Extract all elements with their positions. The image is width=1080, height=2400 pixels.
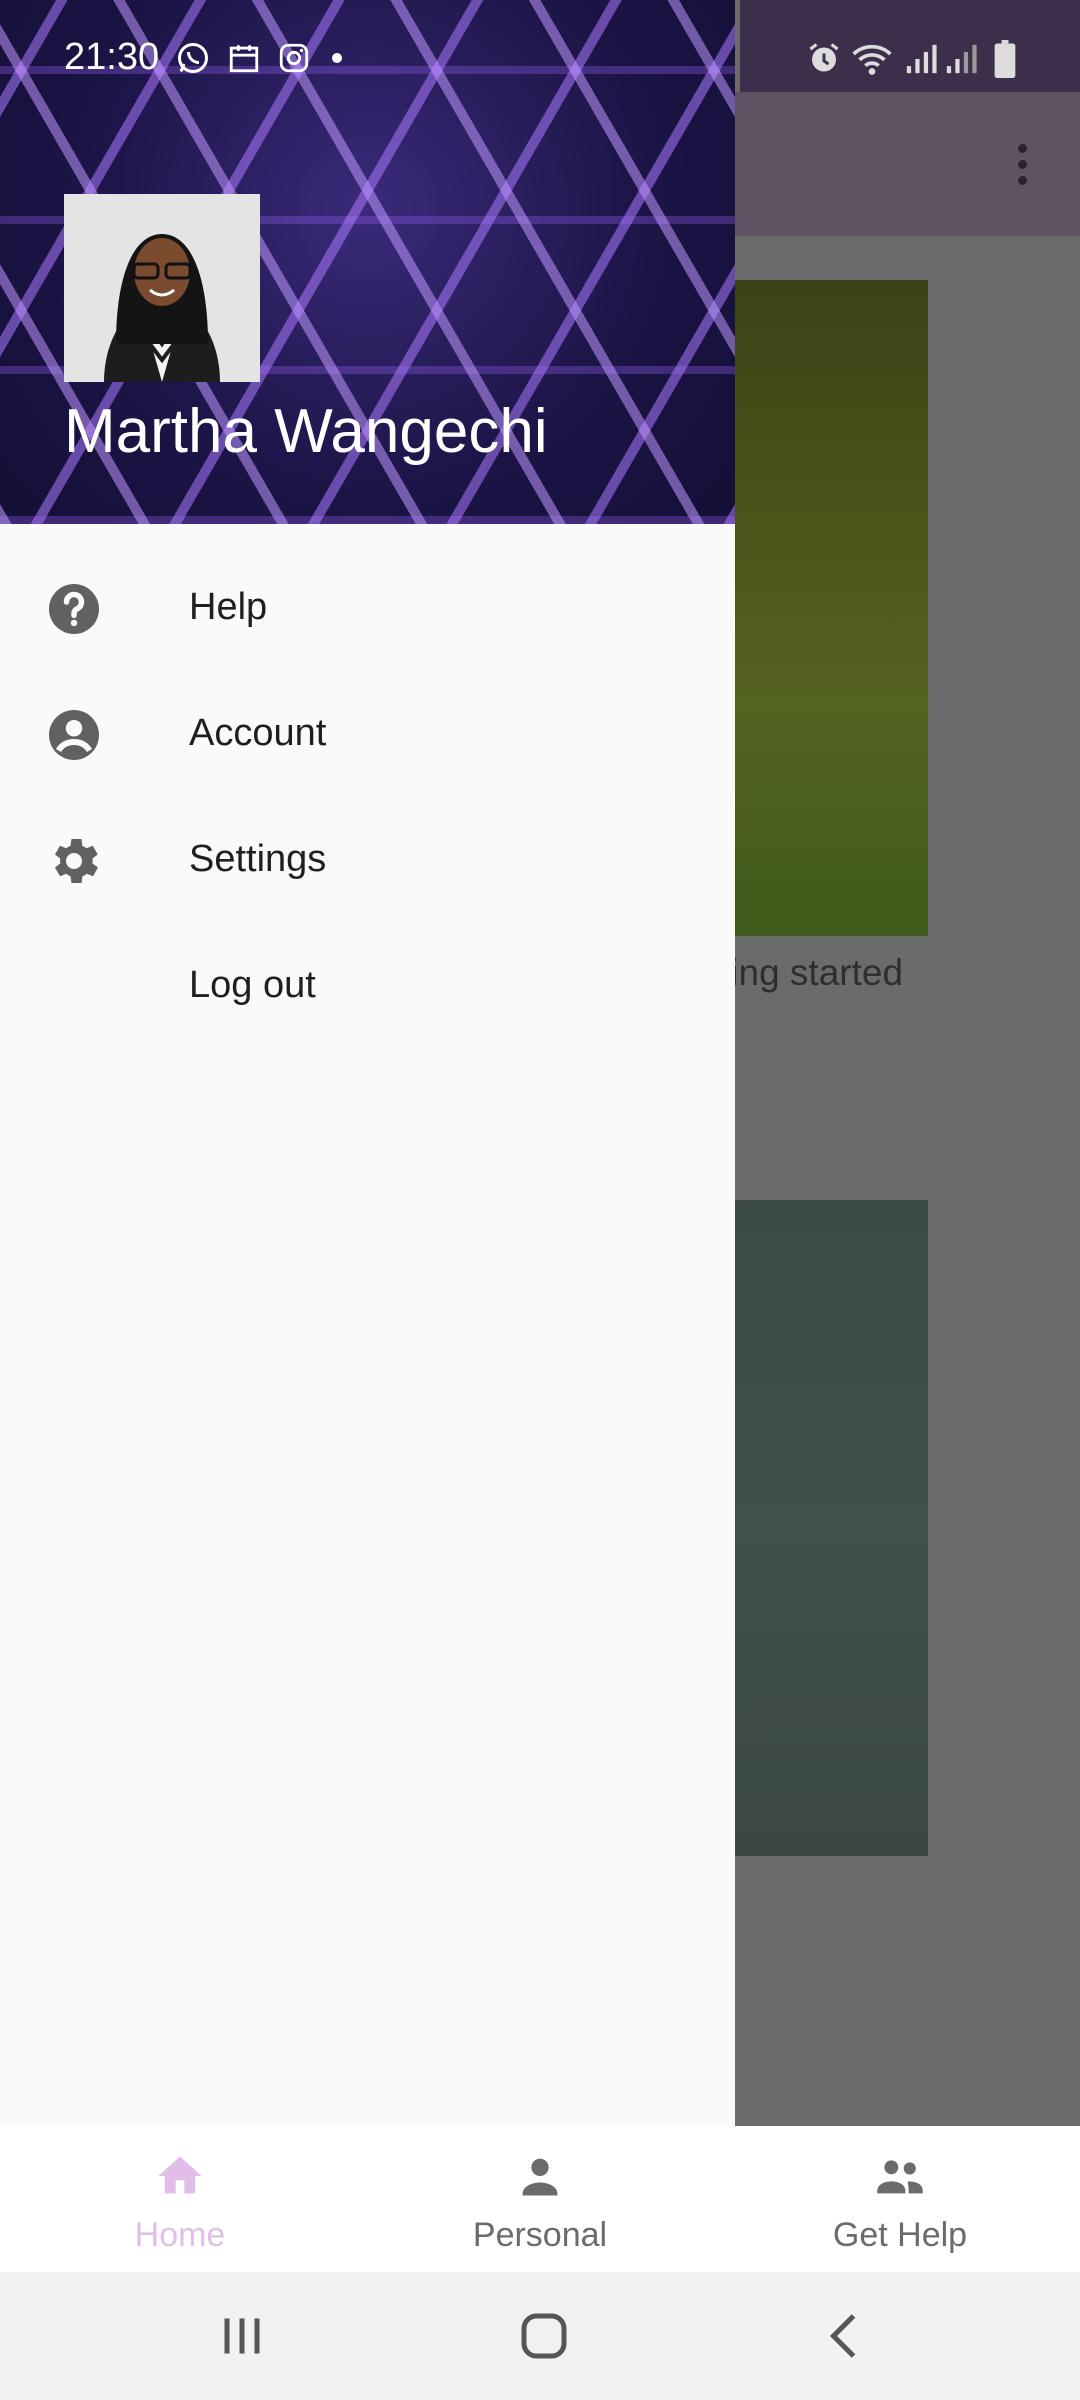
person-icon: [522, 2158, 558, 2196]
system-navigation-bar: [0, 2272, 1080, 2400]
drawer-header: 21:30 Martha Wangechi: [0, 0, 735, 524]
status-time: 21:30: [64, 36, 160, 78]
bottom-nav-home[interactable]: Home: [30, 2126, 330, 2272]
bottom-nav-label: Personal: [472, 2216, 608, 2254]
drawer-item-label: Settings: [189, 838, 327, 880]
content-card-image[interactable]: [720, 280, 928, 936]
bottom-nav-label: Get Help: [832, 2216, 968, 2254]
whatsapp-icon: [178, 42, 209, 73]
bottom-navigation: Home Personal Get Help: [0, 2126, 1080, 2272]
navigation-drawer: 21:30 Martha Wangechi Help Account Setti…: [0, 0, 735, 2126]
drawer-item-settings[interactable]: Settings: [0, 798, 735, 924]
help-icon: [49, 584, 99, 634]
drawer-item-label: Help: [189, 586, 268, 628]
signal-icon: [906, 44, 937, 74]
avatar[interactable]: [64, 194, 260, 382]
settings-icon: [55, 839, 98, 883]
drawer-item-help[interactable]: Help: [0, 546, 735, 672]
signal-icon: [946, 44, 977, 74]
account-icon: [49, 710, 99, 760]
bottom-nav-get-help[interactable]: Get Help: [750, 2126, 1050, 2272]
alarm-icon: [809, 43, 839, 72]
content-card-caption: ting started: [720, 952, 904, 993]
home-icon: [158, 2156, 202, 2194]
profile-photo: [64, 194, 260, 382]
bottom-nav-personal[interactable]: Personal: [390, 2126, 690, 2272]
wifi-icon: [852, 44, 892, 75]
home-button[interactable]: [514, 2306, 574, 2366]
group-icon: [877, 2160, 923, 2194]
status-bar-left: 21:30: [64, 36, 347, 79]
drawer-item-label: Account: [189, 712, 327, 754]
drawer-item-label: Log out: [189, 964, 316, 1006]
more-options-icon[interactable]: [1000, 132, 1044, 196]
bottom-nav-label: Home: [134, 2216, 226, 2254]
dot-icon: [332, 52, 343, 63]
recents-button[interactable]: [212, 2306, 272, 2366]
status-bar-right: [740, 0, 1080, 92]
back-button[interactable]: [816, 2306, 876, 2366]
drawer-item-logout[interactable]: Log out: [0, 924, 735, 1050]
content-card-image[interactable]: [720, 1200, 928, 1856]
instagram-icon: [279, 43, 309, 72]
calendar-icon: [229, 44, 259, 72]
user-name: Martha Wangechi: [64, 397, 548, 466]
drawer-item-account[interactable]: Account: [0, 672, 735, 798]
battery-icon: [994, 40, 1016, 78]
